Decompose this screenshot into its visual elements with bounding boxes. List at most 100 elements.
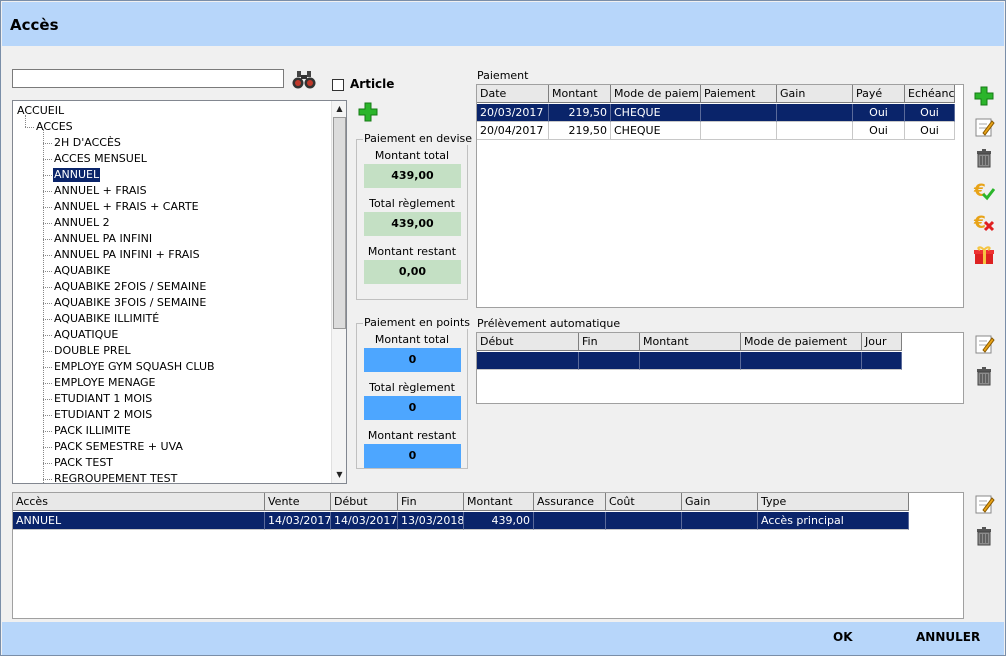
tree-item[interactable]: EMPLOYE GYM SQUASH CLUB [53, 360, 216, 374]
add-payment-icon[interactable] [973, 85, 995, 107]
column-header[interactable]: Vente [265, 493, 331, 511]
article-checkbox[interactable] [332, 79, 344, 91]
tree-connector [43, 207, 52, 208]
points-total-value: 0 [364, 348, 461, 372]
table-cell: Accès principal [758, 512, 909, 530]
table-cell: CHEQUE [611, 122, 701, 140]
devise-reglement-label: Total règlement [369, 197, 455, 210]
tree-item[interactable]: ANNUEL PA INFINI [53, 232, 153, 246]
tree-item[interactable]: AQUABIKE 2FOIS / SEMAINE [53, 280, 207, 294]
tree-connector [43, 239, 52, 240]
column-header[interactable]: Gain [682, 493, 758, 511]
tree-connector [43, 191, 52, 192]
devise-title: Paiement en devise [363, 132, 474, 145]
column-header[interactable]: Assurance [534, 493, 606, 511]
tree-connector [43, 159, 52, 160]
tree-item[interactable]: ETUDIANT 1 MOIS [53, 392, 153, 406]
tree-connector [43, 447, 52, 448]
column-header[interactable]: Date [477, 85, 549, 103]
table-cell: CHEQUE [611, 104, 701, 122]
devise-restant-value: 0,00 [364, 260, 461, 284]
table-cell [579, 352, 640, 370]
tree-item[interactable]: ANNUEL + FRAIS [53, 184, 148, 198]
binoculars-icon[interactable] [292, 69, 316, 91]
tree-item[interactable]: PACK SEMESTRE + UVA [53, 440, 184, 454]
tree-item[interactable]: 2H D'ACCÈS [53, 136, 122, 150]
column-header[interactable]: Jour [862, 333, 902, 351]
title-bar: Accès [2, 2, 1004, 46]
edit-payment-icon[interactable] [973, 116, 995, 138]
article-label: Article [350, 77, 395, 91]
tree-connector [43, 143, 52, 144]
column-header[interactable]: Début [477, 333, 579, 351]
tree-item[interactable]: ACCES MENSUEL [53, 152, 148, 166]
delete-payment-icon[interactable] [973, 147, 995, 169]
tree-connector [43, 319, 52, 320]
add-icon[interactable] [357, 101, 379, 123]
tree-scrollbar[interactable]: ▲ ▼ [331, 101, 346, 483]
svg-text:€: € [973, 213, 986, 233]
column-header[interactable]: Fin [579, 333, 640, 351]
column-header[interactable]: Paiement [701, 85, 777, 103]
prelevement-table[interactable]: Début Fin Montant Mode de paiement Jour [476, 332, 964, 404]
acces-table[interactable]: Accès Vente Début Fin Montant Assurance Coût Ga… [12, 492, 964, 619]
tree-item[interactable]: AQUABIKE [53, 264, 112, 278]
devise-reglement-value: 439,00 [364, 212, 461, 236]
delete-acces-icon[interactable] [973, 525, 995, 547]
tree-item[interactable]: PACK ILLIMITE [53, 424, 132, 438]
tree-item[interactable]: ANNUEL 2 [53, 216, 111, 230]
column-header[interactable]: Montant [549, 85, 611, 103]
table-cell: Oui [853, 122, 905, 140]
tree-root[interactable]: ACCUEIL [16, 104, 65, 118]
euro-cancel-icon[interactable]: € [973, 212, 995, 234]
edit-prelevement-icon[interactable] [973, 333, 995, 355]
gift-icon[interactable] [973, 244, 995, 266]
tree-item[interactable]: REGROUPEMENT TEST [53, 472, 178, 483]
tree-item[interactable]: DOUBLE PREL [53, 344, 132, 358]
table-cell [777, 104, 853, 122]
column-header[interactable]: Echéance [905, 85, 955, 103]
tree-connector [43, 367, 52, 368]
column-header[interactable]: Fin [398, 493, 464, 511]
edit-acces-icon[interactable] [973, 493, 995, 515]
tree-connector [43, 399, 52, 400]
cancel-button[interactable]: ANNULER [916, 630, 980, 644]
tree-item[interactable]: ETUDIANT 2 MOIS [53, 408, 153, 422]
tree-connector [25, 127, 34, 128]
window-title: Accès [10, 16, 59, 34]
column-header[interactable]: Gain [777, 85, 853, 103]
svg-text:€: € [973, 181, 986, 201]
column-header[interactable]: Début [331, 493, 398, 511]
column-header[interactable]: Montant [640, 333, 741, 351]
tree-item[interactable]: PACK TEST [53, 456, 114, 470]
scroll-down-icon[interactable]: ▼ [334, 469, 345, 481]
column-header[interactable]: Type [758, 493, 909, 511]
euro-validate-icon[interactable]: € [973, 180, 996, 202]
column-header[interactable]: Mode de paiement [741, 333, 862, 351]
table-cell: 439,00 [464, 512, 534, 530]
tree-item[interactable]: AQUATIQUE [53, 328, 119, 342]
search-input[interactable] [12, 69, 284, 88]
prelevement-title: Prélèvement automatique [477, 317, 621, 330]
delete-prelevement-icon[interactable] [973, 365, 995, 387]
column-header[interactable]: Payé [853, 85, 905, 103]
tree-connector [43, 383, 52, 384]
ok-button[interactable]: OK [833, 630, 853, 644]
paiement-table[interactable]: Date Montant Mode de paiem Paiement Gain Payé… [476, 84, 964, 308]
tree-connector [43, 223, 52, 224]
column-header[interactable]: Accès [13, 493, 265, 511]
tree-item[interactable]: AQUABIKE ILLIMITÉ [53, 312, 160, 326]
tree-item[interactable]: ANNUEL [51, 167, 102, 183]
tree-item[interactable]: ANNUEL + FRAIS + CARTE [53, 200, 200, 214]
access-tree[interactable]: ACCUEIL ACCES 2H D'ACCÈS ACCES MENSUEL ANN… [12, 100, 347, 484]
column-header[interactable]: Mode de paiem [611, 85, 701, 103]
tree-item[interactable]: AQUABIKE 3FOIS / SEMAINE [53, 296, 207, 310]
tree-item[interactable]: ANNUEL PA INFINI + FRAIS [53, 248, 201, 262]
tree-group[interactable]: ACCES [35, 120, 74, 134]
table-cell: Oui [853, 104, 905, 122]
tree-item[interactable]: EMPLOYE MENAGE [53, 376, 157, 390]
column-header[interactable]: Coût [606, 493, 682, 511]
scroll-thumb[interactable] [333, 117, 346, 329]
scroll-up-icon[interactable]: ▲ [334, 103, 345, 115]
column-header[interactable]: Montant [464, 493, 534, 511]
